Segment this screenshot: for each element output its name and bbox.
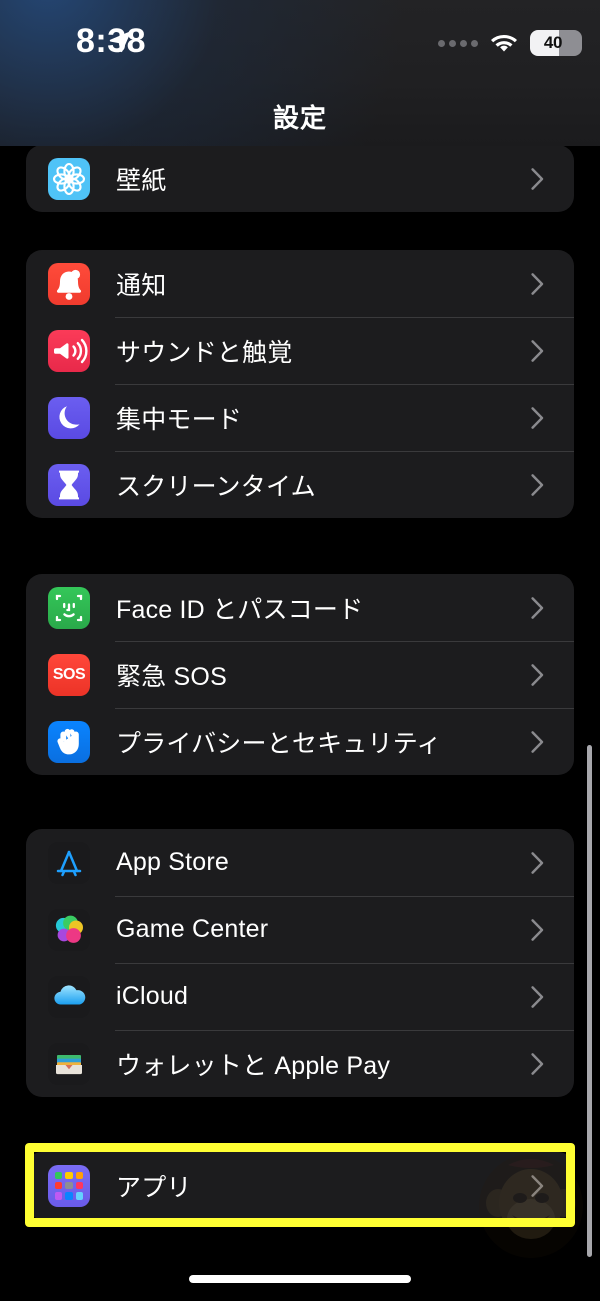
battery-level-text: 40 <box>543 33 563 52</box>
settings-row-label: Game Center <box>116 915 269 943</box>
chevron-right-icon <box>531 272 544 295</box>
chevron-right-icon <box>531 473 544 496</box>
chevron-right-icon <box>531 851 544 874</box>
settings-row-label: Face ID とパスコード <box>116 595 364 624</box>
settings-row-label: 壁紙 <box>116 166 167 195</box>
settings-row-notifications[interactable]: 通知 <box>26 250 574 317</box>
battery-indicator: 40 <box>530 30 582 56</box>
notifications-group: 通知サウンドと触覚 集中モードスクリーンタイム <box>26 250 574 518</box>
sos-icon: SOS <box>48 653 90 696</box>
settings-row-label: サウンドと触覚 <box>116 338 293 367</box>
navigation-bar: 8:38 40 <box>0 0 600 146</box>
chevron-right-icon <box>531 663 544 686</box>
settings-row-label: 集中モード <box>116 405 243 434</box>
iphone-screen: 壁紙通知サウンドと触覚 集中モードスクリーンタイム Face ID とパスコード SO… <box>0 0 600 1301</box>
page-title: 設定 <box>272 103 327 133</box>
settings-row-screen-time[interactable]: スクリーンタイム <box>26 451 574 518</box>
location-arrow-icon <box>108 28 134 54</box>
hand-icon <box>48 720 90 763</box>
security-group: Face ID とパスコード SOS 緊急 SOS プライバシーとセキュリティ <box>26 574 574 775</box>
settings-row-label: ウォレットと Apple Pay <box>116 1051 391 1080</box>
speaker-icon <box>48 329 90 372</box>
appstore-icon <box>48 841 90 884</box>
wallpaper-group: 壁紙 <box>26 145 574 212</box>
chevron-right-icon <box>531 339 544 362</box>
chevron-right-icon <box>531 918 544 941</box>
moon-icon <box>48 396 90 439</box>
vertical-scrollbar[interactable] <box>587 745 592 1257</box>
hourglass-icon <box>48 463 90 506</box>
apps-grid-icon <box>48 1164 90 1207</box>
settings-row-label: プライバシーとセキュリティ <box>116 729 442 758</box>
gamecenter-icon <box>48 908 90 951</box>
faceid-icon <box>48 586 90 629</box>
wifi-icon <box>490 32 518 54</box>
settings-row-emergency-sos[interactable]: SOS 緊急 SOS <box>26 641 574 708</box>
settings-row-faceid-passcode[interactable]: Face ID とパスコード <box>26 574 574 641</box>
settings-row-sounds-haptics[interactable]: サウンドと触覚 <box>26 317 574 384</box>
settings-row-focus[interactable]: 集中モード <box>26 384 574 451</box>
settings-row-icloud[interactable]: iCloud <box>26 963 574 1030</box>
chevron-right-icon <box>531 985 544 1008</box>
bell-icon <box>48 262 90 305</box>
settings-row-privacy-security[interactable]: プライバシーとセキュリティ <box>26 708 574 775</box>
wallet-icon <box>48 1042 90 1085</box>
settings-scroll-content[interactable]: 壁紙通知サウンドと触覚 集中モードスクリーンタイム Face ID とパスコード SO… <box>0 0 600 1301</box>
chevron-right-icon <box>531 406 544 429</box>
settings-row-label: 緊急 SOS <box>116 662 227 691</box>
monkey-logo-watermark <box>478 1153 584 1259</box>
settings-row-label: iCloud <box>116 982 189 1010</box>
status-right-cluster: 40 <box>438 30 582 56</box>
settings-row-game-center[interactable]: Game Center <box>26 896 574 963</box>
settings-row-app-store[interactable]: App Store <box>26 829 574 896</box>
settings-row-label: スクリーンタイム <box>116 472 316 501</box>
cellular-dots-icon <box>438 39 478 47</box>
icloud-icon <box>48 975 90 1018</box>
chevron-right-icon <box>531 167 544 190</box>
settings-row-wallpaper[interactable]: 壁紙 <box>26 145 574 212</box>
status-bar: 8:38 40 <box>0 0 600 72</box>
settings-row-label: App Store <box>116 848 229 876</box>
settings-row-wallet-apple-pay[interactable]: ウォレットと Apple Pay <box>26 1030 574 1097</box>
chevron-right-icon <box>531 1052 544 1075</box>
wallpaper-icon <box>48 157 90 200</box>
chevron-right-icon <box>531 596 544 619</box>
settings-row-label: 通知 <box>116 271 167 300</box>
services-group: App Store Game Center iCloud ウォレットと Apple P… <box>26 829 574 1097</box>
chevron-right-icon <box>531 730 544 753</box>
home-indicator <box>189 1275 411 1283</box>
settings-row-label: アプリ <box>116 1173 192 1202</box>
